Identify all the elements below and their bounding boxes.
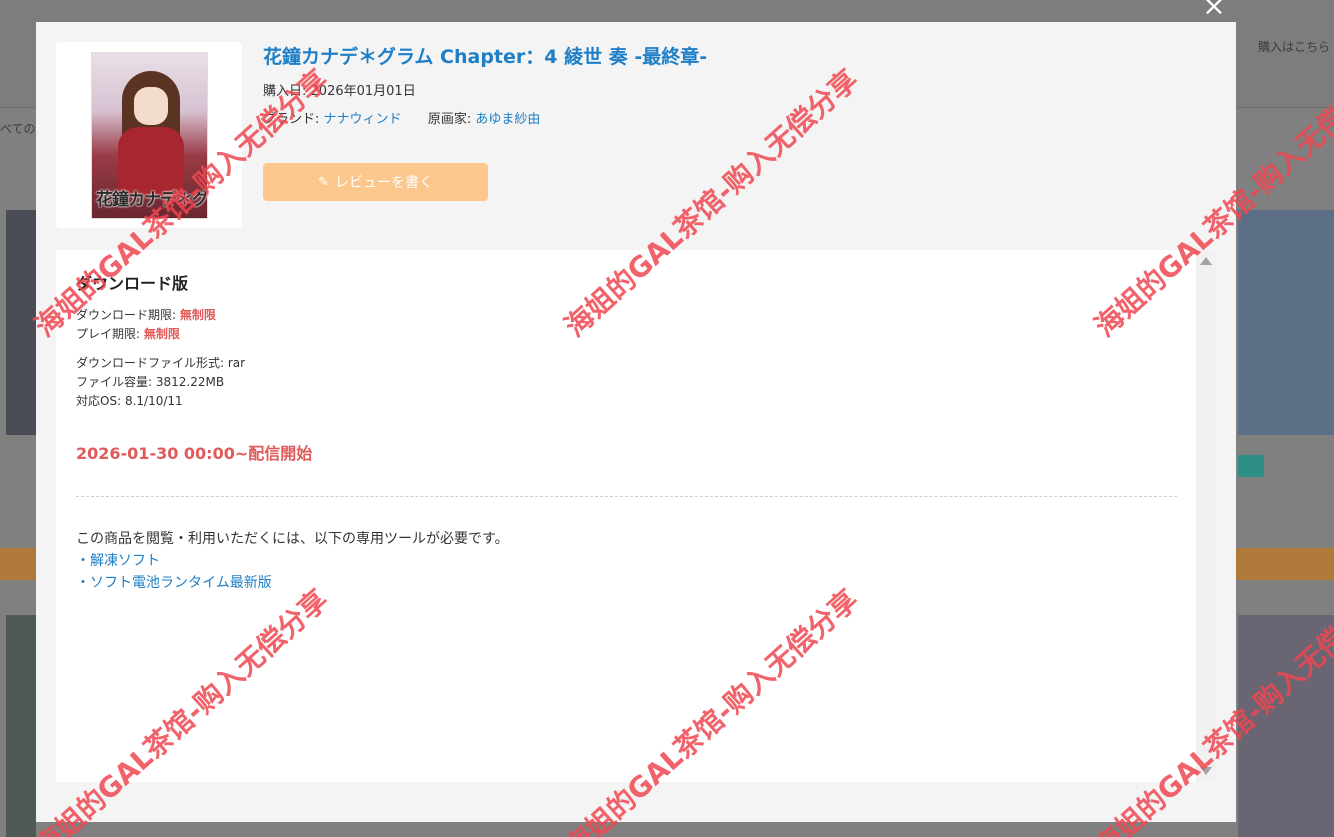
- play-limit-value: 無制限: [143, 327, 180, 341]
- scrollbar[interactable]: [1196, 250, 1216, 782]
- cover-character-face: [134, 87, 168, 125]
- file-size: ファイル容量: 3812.22MB: [76, 373, 224, 390]
- section-divider: [76, 496, 1177, 497]
- scroll-down-arrow-icon[interactable]: [1200, 767, 1212, 775]
- product-title[interactable]: 花鐘カナデ＊グラム Chapter：4 綾世 奏 -最終章-: [263, 42, 707, 69]
- artist-link[interactable]: あゆま紗由: [475, 112, 540, 127]
- background-thumbnail: [6, 615, 36, 837]
- background-badge: [1238, 455, 1264, 477]
- release-date: 2026-01-30 00:00~配信開始: [76, 444, 313, 463]
- download-limit: ダウンロード期限: 無制限: [76, 306, 216, 323]
- download-panel: ダウンロード版 ダウンロード期限: 無制限 プレイ期限: 無制限 ダウンロードフ…: [56, 250, 1216, 782]
- tool-link-runtime[interactable]: ・ソフト電池ランタイム最新版: [76, 572, 272, 592]
- play-limit: プレイ期限: 無制限: [76, 325, 180, 342]
- background-review-bar: [1236, 548, 1334, 580]
- purchase-date-label: 購入日:: [263, 84, 307, 99]
- supported-os: 対応OS: 8.1/10/11: [76, 392, 183, 409]
- file-size-label: ファイル容量:: [76, 375, 153, 389]
- product-modal: 花鐘カナデ＊グラム 花鐘カナデ＊グラム Chapter：4 綾世 奏 -最終章-…: [36, 22, 1236, 822]
- write-review-label: レビューを書く: [334, 175, 433, 191]
- scroll-up-arrow-icon[interactable]: [1200, 257, 1212, 265]
- supported-os-value: 8.1/10/11: [124, 394, 183, 408]
- pencil-icon: ✎: [318, 174, 329, 190]
- download-limit-label: ダウンロード期限:: [76, 308, 177, 322]
- background-thumbnail: [6, 210, 36, 435]
- purchase-date-value: 2026年01月01日: [310, 84, 416, 99]
- cover-image[interactable]: 花鐘カナデ＊グラム: [91, 52, 208, 219]
- required-tools-text: この商品を閲覧・利用いただくには、以下の専用ツールが必要です。: [76, 531, 509, 547]
- cover-image-frame: 花鐘カナデ＊グラム: [56, 42, 242, 228]
- file-format-value: rar: [227, 356, 246, 370]
- supported-os-label: 対応OS:: [76, 394, 122, 408]
- file-size-value: 3812.22MB: [155, 375, 225, 389]
- file-format: ダウンロードファイル形式: rar: [76, 354, 245, 371]
- play-limit-label: プレイ期限:: [76, 327, 141, 341]
- close-icon[interactable]: ×: [1202, 0, 1226, 20]
- background-thumbnail: [1238, 615, 1334, 837]
- cover-logo: 花鐘カナデ＊グラム: [96, 190, 208, 210]
- brand-label: ブランド:: [263, 112, 320, 127]
- background-left-label: べての: [0, 122, 36, 136]
- product-meta: ブランド: ナナウィンド 原画家: あゆま紗由: [263, 108, 540, 127]
- background-thumbnail: [1238, 210, 1334, 435]
- download-section-title: ダウンロード版: [76, 274, 189, 293]
- background-review-bar: [0, 548, 36, 580]
- artist-label: 原画家:: [427, 112, 472, 127]
- write-review-button[interactable]: ✎ レビューを書く: [263, 163, 488, 201]
- tool-link-unzip[interactable]: ・解凍ソフト: [76, 550, 160, 570]
- brand-link[interactable]: ナナウィンド: [324, 112, 402, 127]
- background-header-link: 購入はこちら: [1257, 40, 1330, 54]
- file-format-label: ダウンロードファイル形式:: [76, 356, 225, 370]
- purchase-date: 購入日: 2026年01月01日: [263, 80, 416, 99]
- download-limit-value: 無制限: [179, 308, 216, 322]
